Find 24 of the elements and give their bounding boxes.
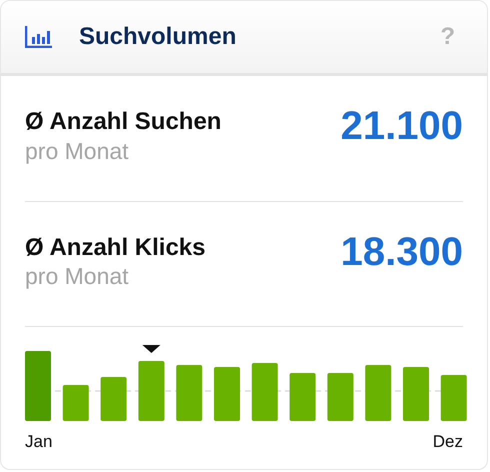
- chart-bar: [403, 367, 429, 422]
- chart-bar: [62, 385, 89, 422]
- chart-bar: [440, 375, 467, 422]
- chart-bar: [327, 373, 354, 422]
- metric-label: Ø Anzahl Suchen: [25, 108, 222, 137]
- chart-bar: [138, 361, 164, 422]
- axis-label: Dez: [432, 431, 463, 454]
- chart-bar: [25, 351, 51, 422]
- marker-icon: [142, 345, 160, 354]
- metric-value: 21.100: [340, 106, 463, 150]
- metric-label: Ø Anzahl Klicks: [25, 234, 206, 262]
- chart-bar: [365, 365, 392, 422]
- chart-bar: [176, 365, 202, 422]
- chart-bar: [100, 377, 127, 422]
- help-icon[interactable]: ?: [440, 19, 455, 55]
- axis-label: Jan: [25, 431, 52, 454]
- metric-sublabel: pro Monat: [25, 136, 130, 166]
- bar-chart-icon: [25, 26, 53, 48]
- chart-bar: [290, 373, 316, 422]
- card-title: Suchvolumen: [79, 22, 236, 52]
- metric-value: 18.300: [340, 232, 463, 276]
- metric-sublabel: pro Monat: [25, 262, 130, 292]
- chart-bar: [214, 367, 240, 422]
- chart-bar: [252, 363, 278, 422]
